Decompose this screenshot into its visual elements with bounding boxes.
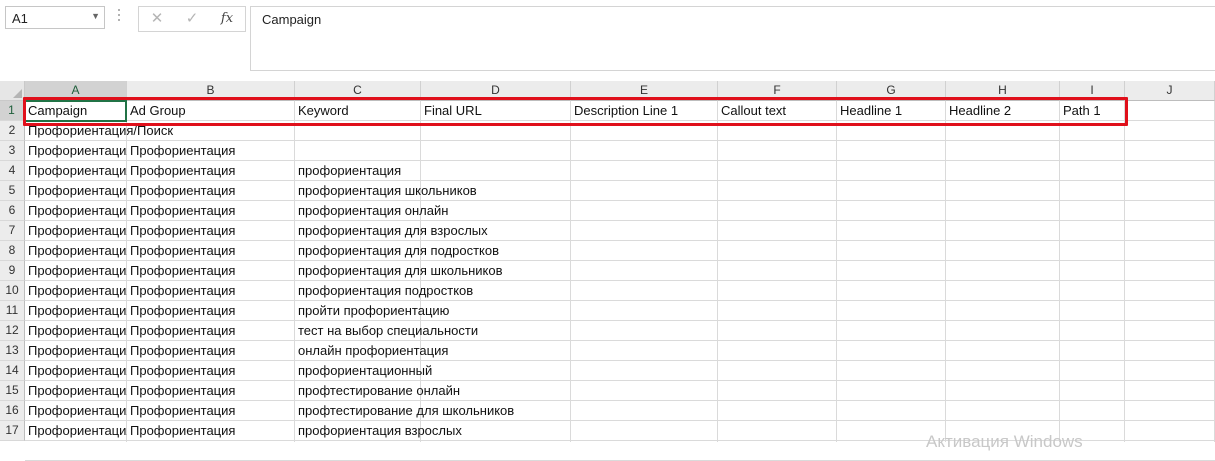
row-header-1[interactable]: 1 bbox=[0, 101, 25, 121]
drag-handle-icon[interactable] bbox=[117, 9, 121, 23]
cell-b15[interactable]: Профориентация bbox=[127, 381, 295, 400]
cell-c9[interactable]: профориентация для школьников bbox=[295, 261, 503, 280]
windows-activation-watermark: Активация Windows bbox=[926, 432, 1083, 451]
cell-b9[interactable]: Профориентация bbox=[127, 261, 295, 280]
formula-buttons: ✕ ✓ fx bbox=[138, 6, 246, 32]
cell-a6[interactable]: Профориентация/Поиск bbox=[25, 201, 127, 220]
row-header-10[interactable]: 10 bbox=[0, 281, 25, 301]
cell-c12[interactable]: тест на выбор специальности bbox=[295, 321, 478, 340]
cell-b4[interactable]: Профориентация bbox=[127, 161, 295, 180]
column-gridline bbox=[717, 101, 718, 442]
cell-c6[interactable]: профориентация онлайн bbox=[295, 201, 448, 220]
cell-b6[interactable]: Профориентация bbox=[127, 201, 295, 220]
row-header-16[interactable]: 16 bbox=[0, 401, 25, 421]
cell-c17[interactable]: профориентация взрослых bbox=[295, 421, 462, 440]
cell-a7[interactable]: Профориентация/Поиск bbox=[25, 221, 127, 240]
insert-function-button[interactable]: fx bbox=[217, 10, 237, 28]
cell-b5[interactable]: Профориентация bbox=[127, 181, 295, 200]
row-header-15[interactable]: 15 bbox=[0, 381, 25, 401]
column-gridline bbox=[1124, 101, 1125, 442]
cell-b17[interactable]: Профориентация bbox=[127, 421, 295, 440]
cell-a16[interactable]: Профориентация/Поиск bbox=[25, 401, 127, 420]
cell-c14[interactable]: профориентационный bbox=[295, 361, 432, 380]
row-header-14[interactable]: 14 bbox=[0, 361, 25, 381]
column-gridline bbox=[570, 101, 571, 442]
cell-b13[interactable]: Профориентация bbox=[127, 341, 295, 360]
column-header-j[interactable]: J bbox=[1125, 81, 1215, 101]
cell-c8[interactable]: профориентация для подростков bbox=[295, 241, 499, 260]
cell-c11[interactable]: пройти профориентацию bbox=[295, 301, 449, 320]
select-all-button[interactable] bbox=[0, 81, 25, 101]
cell-a8[interactable]: Профориентация/Поиск bbox=[25, 241, 127, 260]
name-box-value: A1 bbox=[12, 11, 28, 26]
cell-c13[interactable]: онлайн профориентация bbox=[295, 341, 448, 360]
cell-c15[interactable]: профтестирование онлайн bbox=[295, 381, 460, 400]
row-header-17[interactable]: 17 bbox=[0, 421, 25, 441]
cell-a11[interactable]: Профориентация/Поиск bbox=[25, 301, 127, 320]
cell-a9[interactable]: Профориентация/Поиск bbox=[25, 261, 127, 280]
row-header-12[interactable]: 12 bbox=[0, 321, 25, 341]
cell-b16[interactable]: Профориентация bbox=[127, 401, 295, 420]
cell-c16[interactable]: профтестирование для школьников bbox=[295, 401, 514, 420]
formula-input[interactable]: Campaign bbox=[250, 6, 1215, 71]
cell-a4[interactable]: Профориентация/Поиск bbox=[25, 161, 127, 180]
row-header-11[interactable]: 11 bbox=[0, 301, 25, 321]
row-header-9[interactable]: 9 bbox=[0, 261, 25, 281]
cell-c10[interactable]: профориентация подростков bbox=[295, 281, 473, 300]
cell-b7[interactable]: Профориентация bbox=[127, 221, 295, 240]
header-row-highlight bbox=[23, 97, 1128, 126]
row-header-6[interactable]: 6 bbox=[0, 201, 25, 221]
column-gridline bbox=[1059, 101, 1060, 442]
formula-value: Campaign bbox=[262, 12, 322, 27]
close-icon[interactable]: ✕ bbox=[147, 10, 167, 28]
cell-a3[interactable]: Профориентация/Поиск bbox=[25, 141, 127, 160]
column-gridline bbox=[836, 101, 837, 442]
check-icon[interactable]: ✓ bbox=[182, 10, 202, 28]
cell-b12[interactable]: Профориентация bbox=[127, 321, 295, 340]
cell-b14[interactable]: Профориентация bbox=[127, 361, 295, 380]
cell-b3[interactable]: Профориентация bbox=[127, 141, 295, 160]
cell-b8[interactable]: Профориентация bbox=[127, 241, 295, 260]
row-header-13[interactable]: 13 bbox=[0, 341, 25, 361]
row-header-4[interactable]: 4 bbox=[0, 161, 25, 181]
cell-a10[interactable]: Профориентация/Поиск bbox=[25, 281, 127, 300]
cell-a5[interactable]: Профориентация/Поиск bbox=[25, 181, 127, 200]
cell-a17[interactable]: Профориентация/Поиск bbox=[25, 421, 127, 440]
row-header-7[interactable]: 7 bbox=[0, 221, 25, 241]
column-gridline bbox=[945, 101, 946, 442]
cell-c5[interactable]: профориентация школьников bbox=[295, 181, 477, 200]
name-box[interactable]: A1 ▼ bbox=[5, 6, 105, 29]
row-header-3[interactable]: 3 bbox=[0, 141, 25, 161]
cell-b11[interactable]: Профориентация bbox=[127, 301, 295, 320]
spreadsheet-grid: ABCDEFGHIJ 1 2 3 4 5 6 7 8 9 10 11 12 13 14 15 16 17 Cam… bbox=[0, 81, 1215, 461]
formula-bar-area: A1 ▼ ✕ ✓ fx Campaign bbox=[0, 0, 1215, 82]
row-header-5[interactable]: 5 bbox=[0, 181, 25, 201]
cell-c7[interactable]: профориентация для взрослых bbox=[295, 221, 488, 240]
cell-a13[interactable]: Профориентация/Поиск bbox=[25, 341, 127, 360]
row-header-8[interactable]: 8 bbox=[0, 241, 25, 261]
cell-c4[interactable]: профориентация bbox=[295, 161, 421, 180]
cell-b10[interactable]: Профориентация bbox=[127, 281, 295, 300]
row-header-2[interactable]: 2 bbox=[0, 121, 25, 141]
cell-a12[interactable]: Профориентация/Поиск bbox=[25, 321, 127, 340]
chevron-down-icon[interactable]: ▼ bbox=[91, 11, 100, 21]
cell-a15[interactable]: Профориентация/Поиск bbox=[25, 381, 127, 400]
cell-a14[interactable]: Профориентация/Поиск bbox=[25, 361, 127, 380]
